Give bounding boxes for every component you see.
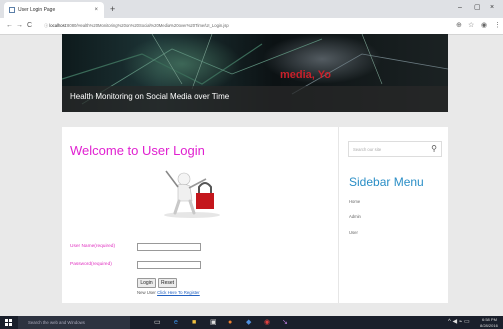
close-window-button[interactable]: × <box>490 2 494 14</box>
main-content: Welcome to User Login User Name(required… <box>62 127 448 303</box>
browser-tab[interactable]: User Login Page × <box>4 2 104 18</box>
browser-tab-strip: User Login Page × + – ▢ × <box>0 0 503 18</box>
tab-title: User Login Page <box>18 7 56 13</box>
file-explorer-icon[interactable]: ■ <box>192 318 196 327</box>
back-button[interactable]: ← <box>6 20 13 32</box>
bookmark-star-icon[interactable]: ☆ <box>468 20 474 32</box>
minimize-button[interactable]: – <box>458 2 462 14</box>
zoom-icon[interactable]: ⊕ <box>456 20 462 32</box>
url-host: localhost <box>49 23 66 28</box>
page-title: Welcome to User Login <box>70 143 205 158</box>
reset-button[interactable]: Reset <box>158 278 177 288</box>
windows-start-icon[interactable] <box>5 319 12 326</box>
url-path: :8080/Health%20Monitoring%20on%20Social%… <box>65 23 229 28</box>
sidebar-item-admin[interactable]: Admin <box>349 214 361 219</box>
login-button[interactable]: Login <box>137 278 156 288</box>
search-icon[interactable]: ⚲ <box>431 142 437 156</box>
username-input[interactable] <box>137 243 201 251</box>
store-icon[interactable]: ▣ <box>210 318 217 327</box>
register-prompt: New User Click Here To Register <box>137 290 200 295</box>
site-title: Health Monitoring on Social Media over T… <box>70 92 230 101</box>
taskbar-search[interactable]: Search the web and Windows <box>18 316 130 329</box>
register-link[interactable]: Click Here To Register <box>157 290 200 295</box>
task-view-icon[interactable]: ▭ <box>154 318 161 327</box>
register-prefix: New User <box>137 290 156 295</box>
username-label: User Name(required) <box>70 244 116 249</box>
page-favicon-icon <box>9 7 15 13</box>
forward-button[interactable]: → <box>16 20 23 32</box>
close-tab-icon[interactable]: × <box>94 2 98 18</box>
extension-icon[interactable]: ◉ <box>481 20 487 32</box>
new-tab-button[interactable]: + <box>110 2 115 16</box>
reload-button[interactable]: C <box>27 20 32 32</box>
sidebar-item-user[interactable]: User <box>349 230 358 235</box>
clock-date[interactable]: 8/28/2016 <box>480 323 498 329</box>
app-icon[interactable]: ◆ <box>246 318 251 327</box>
app-icon[interactable]: ↘ <box>282 318 288 327</box>
edge-browser-icon[interactable]: e <box>174 318 178 327</box>
header-banner: media, Yo Health Monitoring on Social Me… <box>62 34 448 112</box>
password-input[interactable] <box>137 261 201 269</box>
sidebar: Search our site ⚲ Sidebar Menu Home Admi… <box>338 127 448 303</box>
search-input[interactable]: Search our site ⚲ <box>348 141 442 157</box>
password-label: Password(required) <box>70 262 112 267</box>
app-icon[interactable]: ● <box>228 318 232 327</box>
banner-overlay-text: media, Yo <box>280 69 331 81</box>
sidebar-divider <box>338 127 339 303</box>
windows-taskbar: Search the web and Windows ▭ e ■ ▣ ● ◆ ◉… <box>0 316 503 329</box>
maximize-button[interactable]: ▢ <box>474 2 481 14</box>
url-field[interactable]: ⓘ localhost:8080/Health%20Monitoring%20o… <box>44 21 434 31</box>
address-bar-row: ← → C ⓘ localhost:8080/Health%20Monitori… <box>0 18 503 35</box>
sidebar-title: Sidebar Menu <box>349 175 424 189</box>
login-illustration-icon <box>164 170 220 218</box>
system-tray-icons[interactable]: ^ ◀ ⌁ ▭ <box>448 319 470 325</box>
sidebar-item-home[interactable]: Home <box>349 199 360 204</box>
search-placeholder: Search our site <box>353 147 382 152</box>
chrome-icon[interactable]: ◉ <box>264 318 270 327</box>
menu-icon[interactable]: ⋮ <box>494 20 501 32</box>
